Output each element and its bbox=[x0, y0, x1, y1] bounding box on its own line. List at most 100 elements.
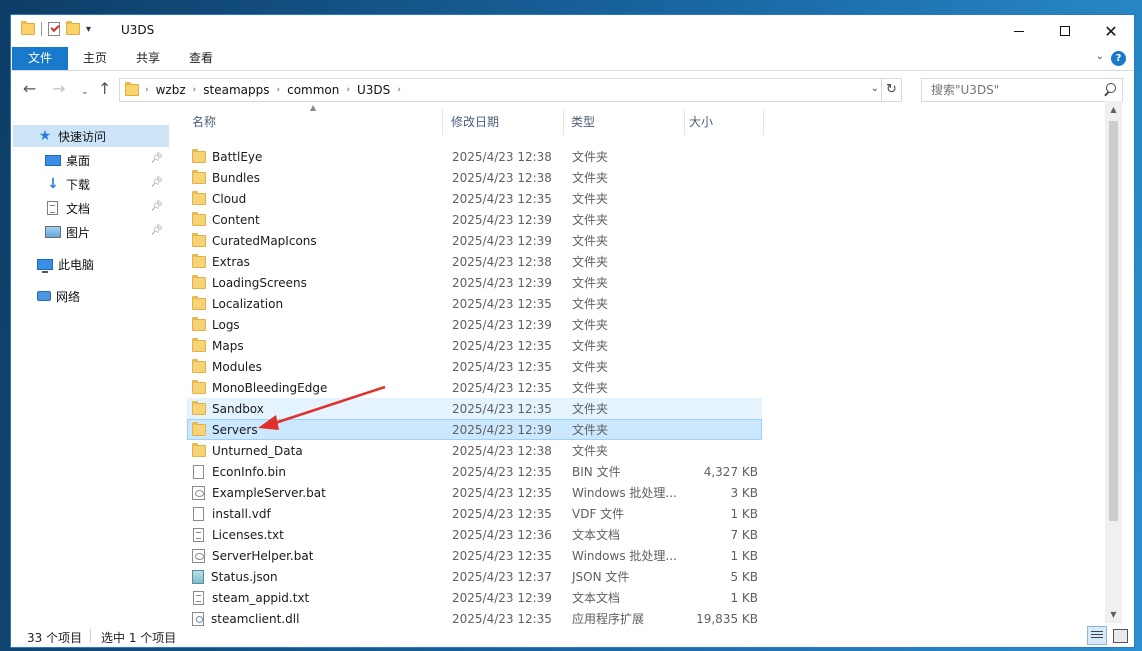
nav-item-pictures[interactable]: 图片 📌︎ bbox=[13, 221, 169, 243]
file-type: Windows 批处理... bbox=[572, 486, 677, 500]
file-row[interactable]: CuratedMapIcons 2025/4/23 12:39 文件夹 bbox=[187, 230, 762, 251]
details-view-icon[interactable] bbox=[1087, 626, 1107, 645]
nav-item-label: 图片 bbox=[66, 225, 91, 240]
search-box[interactable] bbox=[921, 78, 1123, 102]
file-row[interactable]: install.vdf 2025/4/23 12:35 VDF 文件 1 KB bbox=[187, 503, 762, 524]
file-row[interactable]: ExampleServer.bat 2025/4/23 12:35 Windows … bbox=[187, 482, 762, 503]
file-row[interactable]: Cloud 2025/4/23 12:35 文件夹 bbox=[187, 188, 762, 209]
tab-home[interactable]: 主页 bbox=[71, 47, 119, 70]
file-row[interactable]: MonoBleedingEdge 2025/4/23 12:35 文件夹 bbox=[187, 377, 762, 398]
file-name: Extras bbox=[212, 254, 250, 269]
file-name: Content bbox=[212, 212, 260, 227]
file-row[interactable]: Status.json 2025/4/23 12:37 JSON 文件 5 KB bbox=[187, 566, 762, 587]
file-row[interactable]: Sandbox 2025/4/23 12:35 文件夹 bbox=[187, 398, 762, 419]
maximize-button[interactable] bbox=[1042, 15, 1088, 47]
nav-network-label: 网络 bbox=[56, 289, 81, 304]
pin-icon[interactable]: 📌︎ bbox=[150, 225, 163, 236]
breadcrumb-u3ds[interactable]: U3DS bbox=[352, 83, 395, 97]
chevron-right-icon[interactable]: › bbox=[274, 85, 282, 95]
scroll-down-arrow-icon[interactable]: ▼ bbox=[1105, 606, 1122, 623]
nav-network[interactable]: 网络 bbox=[13, 285, 169, 307]
refresh-icon[interactable]: ↻ bbox=[881, 79, 901, 101]
new-folder-icon[interactable] bbox=[66, 21, 80, 35]
chevron-right-icon[interactable]: › bbox=[395, 85, 403, 95]
file-row[interactable]: ServerHelper.bat 2025/4/23 12:35 Windows 批… bbox=[187, 545, 762, 566]
folder-icon bbox=[192, 400, 206, 415]
up-arrow-icon[interactable]: ↑ bbox=[98, 80, 111, 98]
search-icon[interactable] bbox=[1100, 79, 1122, 101]
chevron-right-icon[interactable]: › bbox=[143, 85, 151, 95]
properties-icon[interactable] bbox=[48, 22, 60, 36]
column-header-size[interactable]: 大小 bbox=[686, 109, 764, 135]
column-header-type[interactable]: 类型 bbox=[565, 109, 685, 135]
folder-icon bbox=[125, 82, 139, 96]
large-icons-view-icon[interactable] bbox=[1110, 626, 1130, 645]
forward-arrow-icon[interactable]: → bbox=[52, 80, 65, 98]
column-header-name[interactable]: 名称 bbox=[187, 109, 443, 135]
breadcrumb-common[interactable]: common bbox=[282, 83, 344, 97]
nav-item-downloads[interactable]: ↓ 下载 📌︎ bbox=[13, 173, 169, 195]
file-type: JSON 文件 bbox=[572, 570, 630, 584]
customize-toolbar-chevron-down-icon[interactable]: ▾ bbox=[86, 24, 91, 35]
file-row[interactable]: Servers 2025/4/23 12:39 文件夹 bbox=[187, 419, 762, 440]
file-row[interactable]: LoadingScreens 2025/4/23 12:39 文件夹 bbox=[187, 272, 762, 293]
file-name-cell: Bundles bbox=[188, 169, 446, 185]
nav-item-desktop[interactable]: 桌面 📌︎ bbox=[13, 149, 169, 171]
file-name: ExampleServer.bat bbox=[212, 485, 326, 500]
file-name: Bundles bbox=[212, 170, 261, 185]
tab-file[interactable]: 文件 bbox=[12, 47, 68, 70]
file-row[interactable]: Licenses.txt 2025/4/23 12:36 文本文档 7 KB bbox=[187, 524, 762, 545]
breadcrumb-wzbz[interactable]: wzbz bbox=[151, 83, 191, 97]
file-row[interactable]: Content 2025/4/23 12:39 文件夹 bbox=[187, 209, 762, 230]
file-date: 2025/4/23 12:35 bbox=[452, 485, 552, 500]
minimize-button[interactable] bbox=[996, 15, 1042, 47]
nav-item-documents[interactable]: 文档 📌︎ bbox=[13, 197, 169, 219]
help-icon[interactable]: ? bbox=[1111, 51, 1126, 66]
scroll-up-arrow-icon[interactable]: ▲ bbox=[1105, 101, 1122, 118]
chevron-right-icon[interactable]: › bbox=[191, 85, 199, 95]
file-name-cell: Maps bbox=[188, 337, 446, 353]
item-count: 33 个项目 bbox=[27, 631, 83, 645]
pin-icon[interactable]: 📌︎ bbox=[150, 201, 163, 212]
file-type: 文件夹 bbox=[572, 444, 609, 458]
search-input[interactable] bbox=[922, 83, 1100, 97]
file-size: 1 KB bbox=[730, 506, 758, 521]
file-row[interactable]: EconInfo.bin 2025/4/23 12:35 BIN 文件 4,327 K… bbox=[187, 461, 762, 482]
vertical-scrollbar[interactable]: ▲ ▼ bbox=[1105, 101, 1122, 623]
nav-this-pc[interactable]: 此电脑 bbox=[13, 253, 169, 275]
file-row[interactable]: Bundles 2025/4/23 12:38 文件夹 bbox=[187, 167, 762, 188]
expand-ribbon-chevron-down-icon[interactable]: ⌄ bbox=[1096, 51, 1104, 62]
tab-share[interactable]: 共享 bbox=[124, 47, 172, 70]
pin-icon[interactable]: 📌︎ bbox=[150, 177, 163, 188]
address-bar[interactable]: › wzbz › steamapps › common › U3DS › ⌄ ↻ bbox=[119, 78, 902, 102]
file-row[interactable]: Modules 2025/4/23 12:35 文件夹 bbox=[187, 356, 762, 377]
file-row[interactable]: Maps 2025/4/23 12:35 文件夹 bbox=[187, 335, 762, 356]
folder-icon bbox=[192, 337, 206, 352]
file-row[interactable]: Extras 2025/4/23 12:38 文件夹 bbox=[187, 251, 762, 272]
back-arrow-icon[interactable]: ← bbox=[23, 80, 36, 98]
recent-locations-chevron-down-icon[interactable]: ⌄ bbox=[81, 83, 89, 101]
close-button[interactable]: ✕ bbox=[1088, 15, 1134, 47]
pin-icon[interactable]: 📌︎ bbox=[150, 153, 163, 164]
file-name: Unturned_Data bbox=[212, 443, 303, 458]
address-history-chevron-down-icon[interactable]: ⌄ bbox=[871, 83, 879, 94]
file-type: VDF 文件 bbox=[572, 507, 625, 521]
column-header-date[interactable]: 修改日期 bbox=[444, 109, 564, 135]
chevron-right-icon[interactable]: › bbox=[344, 85, 352, 95]
nav-quick-access[interactable]: ★ 快速访问 bbox=[13, 125, 169, 147]
breadcrumb-steamapps[interactable]: steamapps bbox=[198, 83, 274, 97]
tab-view[interactable]: 查看 bbox=[177, 47, 225, 70]
file-row[interactable]: Localization 2025/4/23 12:35 文件夹 bbox=[187, 293, 762, 314]
file-row[interactable]: Unturned_Data 2025/4/23 12:38 文件夹 bbox=[187, 440, 762, 461]
scroll-thumb[interactable] bbox=[1109, 121, 1118, 521]
file-type: 文件夹 bbox=[572, 339, 609, 353]
file-date: 2025/4/23 12:39 bbox=[452, 317, 552, 332]
file-row[interactable]: steam_appid.txt 2025/4/23 12:39 文本文档 1 KB bbox=[187, 587, 762, 608]
file-type: 文件夹 bbox=[572, 360, 609, 374]
file-name-cell: Localization bbox=[188, 295, 446, 311]
file-size: 5 KB bbox=[730, 569, 758, 584]
file-row[interactable]: Logs 2025/4/23 12:39 文件夹 bbox=[187, 314, 762, 335]
file-row[interactable]: BattlEye 2025/4/23 12:38 文件夹 bbox=[187, 146, 762, 167]
file-date: 2025/4/23 12:35 bbox=[452, 296, 552, 311]
status-bar: 33 个项目 选中 1 个项目 bbox=[11, 625, 1134, 647]
